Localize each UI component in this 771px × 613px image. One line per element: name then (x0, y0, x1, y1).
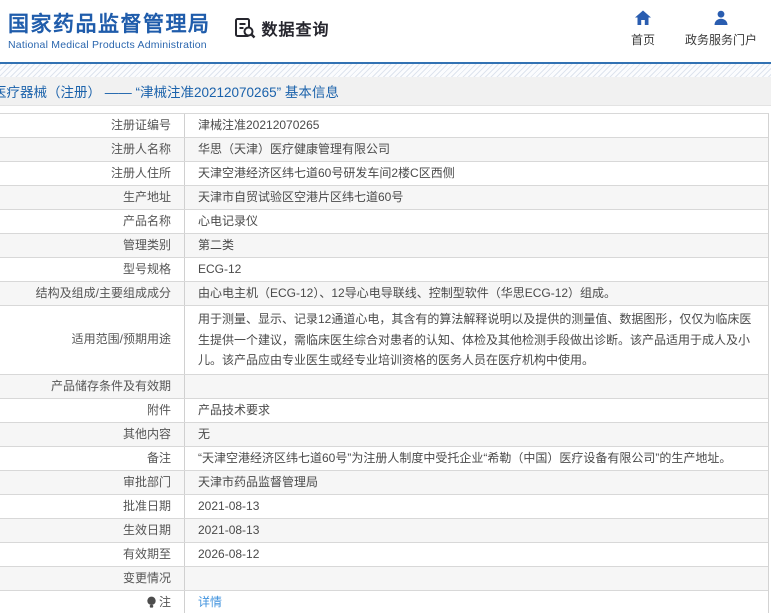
table-row: 生效日期 2021-08-13 (0, 518, 768, 543)
row-value: 天津市药品监督管理局 (198, 474, 319, 489)
nmpa-logo[interactable]: 国家药品监督管理局 National Medical Products Admi… (8, 13, 211, 51)
row-value: 2021-08-13 (198, 498, 260, 513)
user-icon (714, 10, 728, 25)
page-title: 医疗器械（注册） —— “津械注准20212070265” 基本信息 (0, 85, 339, 100)
row-label: 其他内容 (0, 422, 185, 446)
row-value: 心电记录仪 (198, 214, 259, 228)
row-value: 华思（天津）医疗健康管理有限公司 (198, 142, 391, 156)
row-label: 型号规格 (0, 258, 185, 281)
data-query-label: 数据查询 (261, 22, 330, 39)
nav-portal[interactable]: 政务服务门户 (685, 9, 757, 48)
table-row: 注册人名称 华思（天津）医疗健康管理有限公司 (0, 138, 768, 162)
table-row: 管理类别 第二类 (0, 234, 768, 258)
table-row: 适用范围/预期用途 用于测量、显示、记录12通道心电，其含有的算法解释说明以及提… (0, 306, 768, 375)
registration-info-table: 注册证编号 津械注准20212070265 注册人名称 华思（天津）医疗健康管理… (0, 113, 769, 613)
row-value: 用于测量、显示、记录12通道心电，其含有的算法解释说明以及提供的测量值、数据图形… (198, 312, 752, 367)
row-value: 产品技术要求 (198, 402, 271, 417)
row-value: 无 (198, 426, 211, 441)
table-row: 变更情况 (0, 566, 768, 591)
row-label: 变更情况 (0, 566, 185, 590)
table-row: 产品名称 心电记录仪 (0, 210, 768, 234)
row-value: 2026-08-12 (198, 546, 260, 561)
row-label: 批准日期 (0, 494, 185, 518)
detail-link[interactable]: 详情 (198, 595, 222, 609)
row-label: 审批部门 (0, 470, 185, 494)
table-row: 注册人住所 天津空港经济区纬七道60号研发车间2楼C区西侧 (0, 162, 768, 186)
row-label: 生效日期 (0, 518, 185, 542)
row-value: 第二类 (198, 238, 235, 252)
row-value: ECG-12 (198, 262, 242, 276)
row-value: 2021-08-13 (198, 522, 260, 537)
document-search-icon (234, 18, 255, 39)
row-value: 津械注准20212070265 (198, 118, 320, 132)
row-label: 结构及组成/主要组成成分 (0, 282, 185, 305)
home-icon (634, 10, 651, 25)
row-label: 备注 (0, 446, 185, 470)
table-row: 备注 “天津空港经济区纬七道60号”为注册人制度中受托企业“希勒（中国）医疗设备… (0, 446, 768, 471)
row-label: 适用范围/预期用途 (0, 306, 185, 374)
table-row: 附件 产品技术要求 (0, 398, 768, 423)
row-label: 生产地址 (0, 186, 185, 209)
row-label: 注 (0, 590, 185, 613)
row-label: 产品储存条件及有效期 (0, 374, 185, 398)
header-nav: 首页 政务服务门户 (631, 9, 757, 48)
page-header: 国家药品监督管理局 National Medical Products Admi… (0, 0, 771, 62)
nav-home-label: 首页 (630, 33, 655, 47)
nav-portal-label: 政务服务门户 (684, 33, 757, 47)
note-label: 注 (158, 594, 171, 609)
row-value: 详情 (185, 591, 768, 613)
row-label: 附件 (0, 398, 185, 422)
table-row: 生产地址 天津市自贸试验区空港片区纬七道60号 (0, 186, 768, 210)
row-value (185, 375, 768, 398)
bulb-icon (147, 596, 156, 608)
row-label: 注册人住所 (0, 162, 185, 185)
table-row: 注册证编号 津械注准20212070265 (0, 114, 768, 138)
logo-subtitle: National Medical Products Administration (8, 39, 207, 51)
row-label: 注册证编号 (0, 114, 185, 137)
row-value: 天津市自贸试验区空港片区纬七道60号 (198, 190, 404, 204)
row-label: 管理类别 (0, 234, 185, 257)
row-value (185, 567, 768, 590)
table-row: 有效期至 2026-08-12 (0, 542, 768, 567)
breadcrumb-title-bar: 医疗器械（注册） —— “津械注准20212070265” 基本信息 (0, 77, 771, 106)
table-row: 结构及组成/主要组成成分 由心电主机（ECG-12）、12导心电导联线、控制型软… (0, 282, 768, 306)
table-row: 产品储存条件及有效期 (0, 374, 768, 399)
table-row: 批准日期 2021-08-13 (0, 494, 768, 519)
row-value: 天津空港经济区纬七道60号研发车间2楼C区西侧 (198, 166, 455, 180)
table-row: 其他内容 无 (0, 422, 768, 447)
row-label: 有效期至 (0, 542, 185, 566)
row-label: 产品名称 (0, 210, 185, 233)
row-label: 注册人名称 (0, 138, 185, 161)
hatched-band (0, 64, 771, 77)
table-row: 型号规格 ECG-12 (0, 258, 768, 282)
data-query-section[interactable]: 数据查询 (233, 16, 330, 40)
row-value: “天津空港经济区纬七道60号”为注册人制度中受托企业“希勒（中国）医疗设备有限公… (198, 450, 732, 465)
spacer (0, 106, 771, 113)
table-row: 审批部门 天津市药品监督管理局 (0, 470, 768, 495)
row-value: 由心电主机（ECG-12）、12导心电导联线、控制型软件（华思ECG-12）组成… (198, 286, 617, 300)
nav-home[interactable]: 首页 (631, 9, 655, 48)
logo-title: 国家药品监督管理局 (8, 13, 211, 36)
table-row: 注 详情 (0, 590, 768, 613)
